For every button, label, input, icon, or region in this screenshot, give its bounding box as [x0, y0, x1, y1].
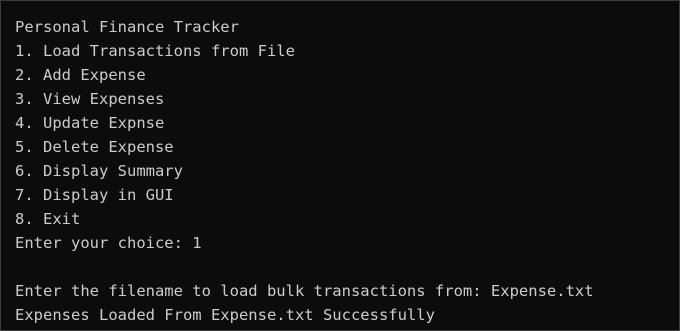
menu-option-display-summary: 6. Display Summary	[15, 162, 183, 180]
menu-option-update-expense: 4. Update Expnse	[15, 114, 165, 132]
filename-prompt-line: Enter the filename to load bulk transact…	[15, 282, 594, 300]
menu-option-load-transactions: 1. Load Transactions from File	[15, 42, 295, 60]
menu-option-add-expense: 2. Add Expense	[15, 66, 146, 84]
terminal-window[interactable]: Personal Finance Tracker 1. Load Transac…	[0, 0, 680, 331]
menu-option-view-expenses: 3. View Expenses	[15, 90, 165, 108]
menu-option-delete-expense: 5. Delete Expense	[15, 138, 174, 156]
status-message-line: Expenses Loaded From Expense.txt Success…	[15, 306, 435, 324]
terminal-output: Personal Finance Tracker 1. Load Transac…	[15, 15, 665, 324]
choice-prompt-line: Enter your choice: 1	[15, 234, 202, 252]
menu-option-display-gui: 7. Display in GUI	[15, 186, 174, 204]
app-title-line: Personal Finance Tracker	[15, 18, 239, 36]
menu-option-exit: 8. Exit	[15, 210, 81, 228]
